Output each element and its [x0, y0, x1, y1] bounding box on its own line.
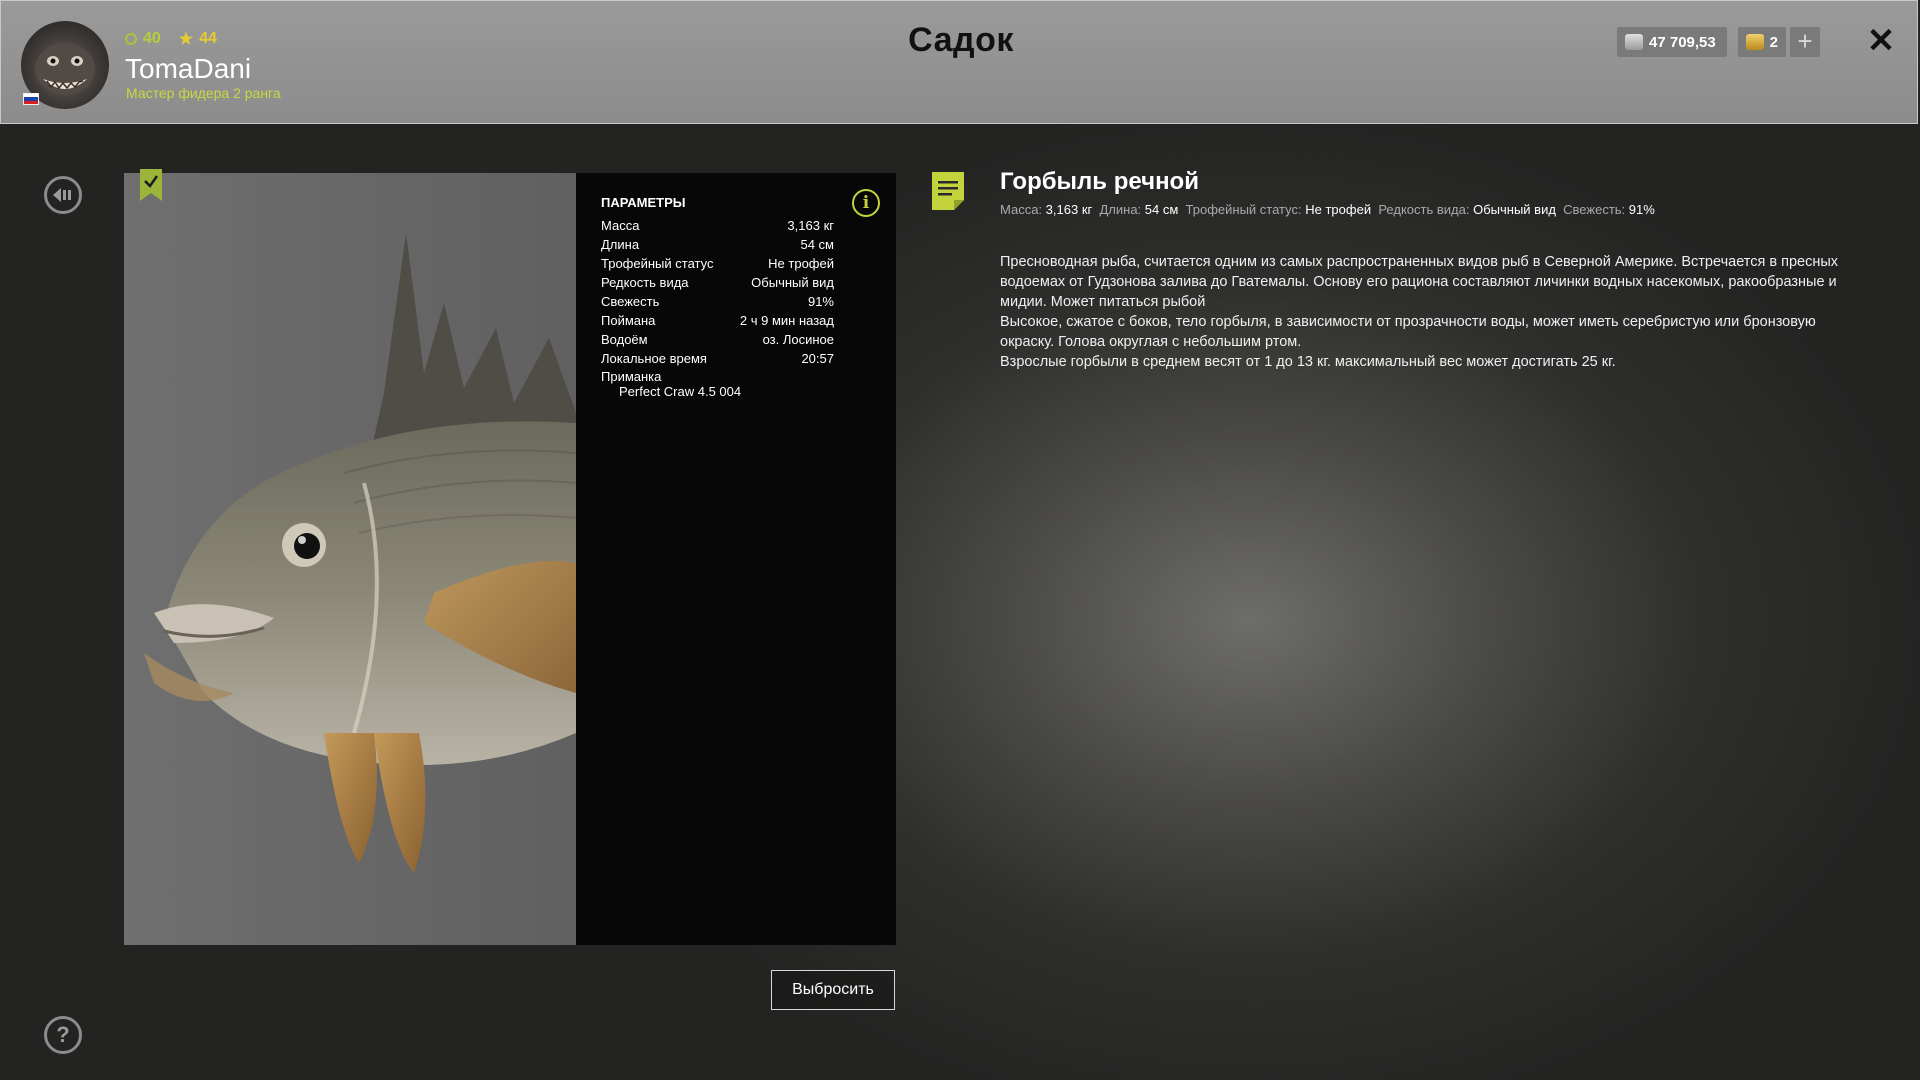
stat-label: Редкость вида: [1378, 202, 1470, 217]
silver-balance: 47 709,53 [1617, 27, 1727, 57]
gold-coin-icon [1746, 34, 1764, 50]
stat-value: 3,163 кг [1045, 202, 1093, 217]
gold-balance: 2 [1738, 27, 1786, 57]
description-paragraph: Взрослые горбыли в среднем весят от 1 до… [1000, 354, 1616, 370]
stat-label: Трофейный статус: [1185, 202, 1302, 217]
fish-description: Пресноводная рыба, считается одним из са… [1000, 252, 1870, 372]
param-label: Длина [601, 237, 640, 252]
param-value: 3,163 кг [787, 218, 834, 233]
top-bar: 40 ★ 44 TomaDani Мастер фидера 2 ранга С… [0, 0, 1918, 124]
bait-label: Приманка [601, 369, 662, 384]
param-value: Не трофей [768, 256, 834, 271]
question-icon: ? [56, 1022, 70, 1047]
param-label: Локальное время [601, 351, 707, 366]
stat-value: Обычный вид [1473, 202, 1556, 217]
param-row-rarity: Редкость вида Обычный вид [601, 273, 834, 292]
param-label: Поймана [601, 313, 656, 328]
player-rank: Мастер фидера 2 ранга [126, 85, 281, 101]
description-paragraph: Пресноводная рыба, считается одним из са… [1000, 254, 1839, 310]
document-icon [932, 172, 964, 210]
silver-coin-icon [1625, 34, 1643, 50]
param-value: Обычный вид [751, 275, 834, 290]
param-row-freshness: Свежесть 91% [601, 292, 834, 311]
country-flag [23, 93, 39, 105]
parameters-panel: Параметры i Масса 3,163 кг Длина 54 см Т… [576, 173, 896, 945]
close-button[interactable]: ✕ [1863, 23, 1899, 59]
param-row-local-time: Локальное время 20:57 [601, 349, 834, 368]
fish-image-panel [124, 173, 576, 945]
param-value: 91% [807, 294, 834, 309]
release-button[interactable]: Выбросить [771, 970, 895, 1010]
param-value: 54 см [800, 237, 834, 252]
fish-stats-line: Масса: 3,163 кг Длина: 54 см Трофейный с… [1000, 202, 1655, 217]
param-row-waterbody: Водоём оз. Лосиное [601, 330, 834, 349]
gold-amount: 2 [1769, 33, 1778, 51]
fish-name: Горбыль речной [1000, 168, 1199, 195]
param-row-length: Длина 54 см [601, 235, 834, 254]
stat-label: Длина: [1099, 202, 1142, 217]
silver-amount: 47 709,53 [1649, 33, 1716, 51]
stat-label: Масса: [1000, 202, 1043, 217]
bookmark-check-icon[interactable] [140, 169, 162, 201]
stat-value: 91% [1628, 202, 1655, 217]
param-label: Редкость вида [601, 275, 689, 290]
param-row-mass: Масса 3,163 кг [601, 216, 834, 235]
param-value: 2 ч 9 мин назад [739, 313, 834, 328]
param-label: Свежесть [601, 294, 660, 309]
info-icon[interactable]: i [852, 189, 880, 217]
param-value: оз. Лосиное [762, 332, 834, 347]
param-row-trophy: Трофейный статус Не трофей [601, 254, 834, 273]
stat-value: 54 см [1144, 202, 1179, 217]
back-arrow-icon [53, 188, 71, 202]
parameters-table: Масса 3,163 кг Длина 54 см Трофейный ста… [601, 216, 834, 400]
param-label: Масса [601, 218, 640, 233]
help-button[interactable]: ? [44, 1016, 82, 1054]
back-button[interactable] [44, 176, 82, 214]
stat-label: Свежесть: [1563, 202, 1626, 217]
param-label: Водоём [601, 332, 648, 347]
add-currency-button[interactable]: + [1790, 27, 1820, 57]
bait-value: Perfect Craw 4.5 004 [619, 384, 742, 399]
fish-image [144, 233, 576, 873]
stat-value: Не трофей [1305, 202, 1372, 217]
parameters-title: Параметры [601, 195, 686, 210]
param-value: 20:57 [801, 351, 834, 366]
param-row-caught: Поймана 2 ч 9 мин назад [601, 311, 834, 330]
description-paragraph: Высокое, сжатое с боков, тело горбыля, в… [1000, 314, 1816, 350]
param-label: Трофейный статус [601, 256, 714, 271]
